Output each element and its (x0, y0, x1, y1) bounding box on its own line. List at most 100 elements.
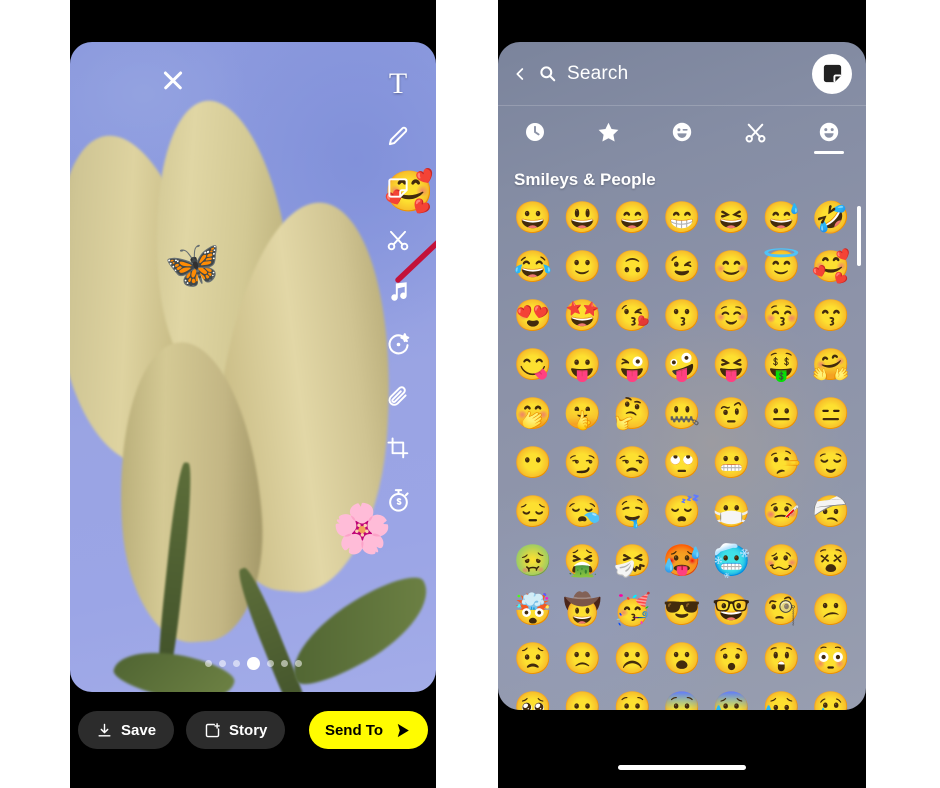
emoji-cell[interactable]: 😉 (657, 245, 707, 287)
tab-emoji[interactable] (792, 106, 866, 158)
emoji-cell[interactable]: 😲 (757, 637, 807, 679)
search-bar[interactable]: Search (498, 42, 866, 106)
emoji-cell[interactable]: 😯 (707, 637, 757, 679)
emoji-cell[interactable]: 😆 (707, 196, 757, 238)
emoji-cell[interactable]: 🥳 (607, 588, 657, 630)
emoji-cell[interactable]: 🙃 (607, 245, 657, 287)
emoji-cell[interactable]: 😴 (657, 490, 707, 532)
timer-tool[interactable] (372, 474, 424, 526)
emoji-cell[interactable]: 🤫 (558, 392, 608, 434)
sticker-tool[interactable] (372, 162, 424, 214)
emoji-cell[interactable]: 🤕 (806, 490, 856, 532)
save-button[interactable]: Save (78, 711, 175, 749)
emoji-cell[interactable]: 😏 (558, 441, 608, 483)
emoji-cell[interactable]: 😔 (508, 490, 558, 532)
emoji-cell[interactable]: 😌 (806, 441, 856, 483)
close-icon[interactable] (158, 65, 188, 95)
emoji-cell[interactable]: 😶 (508, 441, 558, 483)
send-to-button[interactable]: Send To (308, 711, 428, 749)
text-tool[interactable]: T (372, 58, 424, 110)
emoji-cell[interactable]: 😎 (657, 588, 707, 630)
emoji-cell[interactable]: 🤑 (757, 343, 807, 385)
emoji-cell[interactable]: 😨 (657, 686, 707, 711)
emoji-cell[interactable]: 🤠 (558, 588, 608, 630)
emoji-cell[interactable]: 🙂 (558, 245, 608, 287)
emoji-cell[interactable]: 😥 (757, 686, 807, 711)
emoji-cell[interactable]: 😢 (806, 686, 856, 711)
sticker-mode-button[interactable] (812, 53, 852, 94)
emoji-cell[interactable]: 🤤 (607, 490, 657, 532)
page-dot[interactable] (294, 660, 302, 667)
emoji-cell[interactable]: 🥰 (806, 245, 856, 287)
emoji-cell[interactable]: 😋 (508, 343, 558, 385)
emoji-cell[interactable]: 😛 (558, 343, 608, 385)
emoji-cell[interactable]: 😀 (508, 196, 558, 238)
emoji-cell[interactable]: 😰 (707, 686, 757, 711)
emoji-cell[interactable]: 😊 (707, 245, 757, 287)
page-dot[interactable] (266, 660, 274, 667)
emoji-cell[interactable]: 🤗 (806, 343, 856, 385)
emoji-cell[interactable]: 😗 (657, 294, 707, 336)
emoji-cell[interactable]: 🤨 (707, 392, 757, 434)
emoji-cell[interactable]: 🤮 (558, 539, 608, 581)
tab-cutouts[interactable] (719, 106, 793, 158)
page-dot[interactable] (232, 660, 240, 667)
emoji-cell[interactable]: 🤓 (707, 588, 757, 630)
emoji-cell[interactable]: 😟 (508, 637, 558, 679)
emoji-cell[interactable]: 😙 (806, 294, 856, 336)
emoji-cell[interactable]: 🤔 (607, 392, 657, 434)
emoji-cell[interactable]: ☺️ (707, 294, 757, 336)
emoji-cell[interactable]: 🤥 (757, 441, 807, 483)
emoji-grid-scroll-area[interactable]: Smileys & People 😀 😃 😄 😁 😆 😅 🤣 😂 🙂 🙃 😉 😊 😇 🥰 😍 🤩 😘 😗 ☺️ 😚 😙 😋… (498, 158, 866, 710)
emoji-cell[interactable]: 😑 (806, 392, 856, 434)
emoji-cell[interactable]: 😅 (757, 196, 807, 238)
emoji-cell[interactable]: 🤣 (806, 196, 856, 238)
emoji-cell[interactable]: 🤯 (508, 588, 558, 630)
butterfly-sticker[interactable]: 🦋 (162, 236, 224, 294)
emoji-cell[interactable]: 😚 (757, 294, 807, 336)
tab-stickers[interactable] (645, 106, 719, 158)
emoji-cell[interactable]: 😧 (607, 686, 657, 711)
page-dot-active[interactable] (246, 657, 260, 670)
draw-tool[interactable] (372, 110, 424, 162)
scrollbar-thumb[interactable] (857, 206, 861, 266)
emoji-cell[interactable]: 😜 (607, 343, 657, 385)
emoji-cell[interactable]: 😁 (657, 196, 707, 238)
emoji-cell[interactable]: 😪 (558, 490, 608, 532)
page-dot[interactable] (204, 660, 212, 667)
tab-favorites[interactable] (572, 106, 646, 158)
emoji-cell[interactable]: 😮 (657, 637, 707, 679)
page-dot[interactable] (280, 660, 288, 667)
emoji-cell[interactable]: 😘 (607, 294, 657, 336)
emoji-cell[interactable]: 😄 (607, 196, 657, 238)
emoji-cell[interactable]: 😳 (806, 637, 856, 679)
emoji-cell[interactable]: 😒 (607, 441, 657, 483)
emoji-cell[interactable]: 😵 (806, 539, 856, 581)
emoji-cell[interactable]: 🤒 (757, 490, 807, 532)
crop-tool[interactable] (372, 422, 424, 474)
emoji-cell[interactable]: 😕 (806, 588, 856, 630)
emoji-cell[interactable]: 🤐 (657, 392, 707, 434)
emoji-cell[interactable]: 🤧 (607, 539, 657, 581)
emoji-cell[interactable]: 🤭 (508, 392, 558, 434)
emoji-cell[interactable]: 🤩 (558, 294, 608, 336)
emoji-cell[interactable]: 🙄 (657, 441, 707, 483)
emoji-cell[interactable]: 🤢 (508, 539, 558, 581)
tab-recent[interactable] (498, 106, 572, 158)
emoji-cell[interactable]: 🙁 (558, 637, 608, 679)
emoji-cell[interactable]: 😐 (757, 392, 807, 434)
emoji-cell[interactable]: 😝 (707, 343, 757, 385)
emoji-cell[interactable]: ☹️ (607, 637, 657, 679)
story-button[interactable]: Story (186, 711, 286, 749)
music-tool[interactable] (372, 266, 424, 318)
ai-lens-tool[interactable] (372, 318, 424, 370)
emoji-cell[interactable]: 🥵 (657, 539, 707, 581)
emoji-cell[interactable]: 🥶 (707, 539, 757, 581)
emoji-cell[interactable]: 🥴 (757, 539, 807, 581)
emoji-cell[interactable]: 😬 (707, 441, 757, 483)
page-dot[interactable] (218, 660, 226, 667)
attach-link-tool[interactable] (372, 370, 424, 422)
emoji-cell[interactable]: 😃 (558, 196, 608, 238)
emoji-cell[interactable]: 😷 (707, 490, 757, 532)
emoji-cell[interactable]: 😍 (508, 294, 558, 336)
